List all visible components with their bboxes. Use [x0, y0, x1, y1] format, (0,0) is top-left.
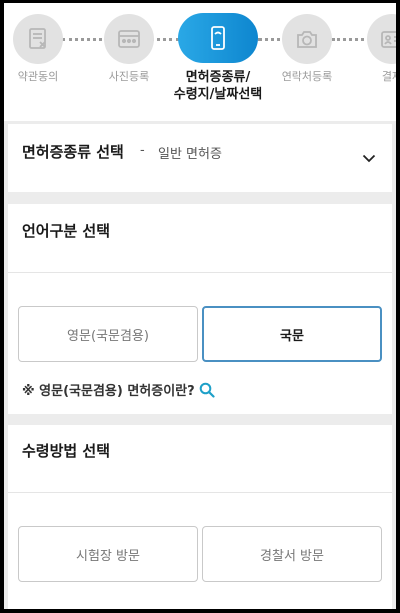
language-title: 언어구분 선택: [22, 222, 111, 240]
document-icon: [13, 14, 63, 64]
phone-icon: [178, 13, 258, 63]
license-type-separator: -: [140, 143, 145, 158]
step-connector: [332, 38, 364, 41]
language-card: 언어구분 선택 영문(국문겸용) 국문 ※ 영문(국문겸용) 면허증이란?: [8, 204, 392, 414]
option-police-station-visit[interactable]: 경찰서 방문: [202, 526, 382, 582]
step-label-line1: 면허증종류/: [185, 70, 251, 85]
receive-method-title: 수령방법 선택: [22, 442, 111, 460]
option-english-korean[interactable]: 영문(국문겸용): [18, 306, 198, 362]
step-label: 연락처등록: [281, 70, 333, 83]
receive-method-card: 수령방법 선택 시험장 방문 경찰서 방문: [8, 425, 392, 609]
license-type-title: 면허증종류 선택: [22, 143, 124, 161]
divider: [8, 272, 392, 273]
step-label-line2: 수령지/날짜선택: [173, 87, 263, 102]
search-icon[interactable]: [199, 382, 215, 398]
option-korean[interactable]: 국문: [202, 306, 382, 362]
option-test-center-visit[interactable]: 시험장 방문: [18, 526, 198, 582]
help-text: ※ 영문(국문겸용) 면허증이란?: [22, 384, 195, 399]
step-connector: [150, 38, 180, 41]
english-license-help-link[interactable]: ※ 영문(국문겸용) 면허증이란?: [22, 380, 215, 399]
step-connector: [62, 38, 108, 41]
camera-icon: [282, 14, 332, 64]
progress-stepper: 약관동의 사진등록 면허증종류/ 수령지/날짜선택 연락처등록 결: [4, 3, 396, 121]
step-label: 사진등록: [108, 70, 150, 83]
app-frame: 약관동의 사진등록 면허증종류/ 수령지/날짜선택 연락처등록 결 면허증종류 …: [4, 3, 396, 609]
step-label: 결제: [381, 70, 396, 83]
step-label: 약관동의: [17, 70, 59, 83]
step-label: 면허증종류/ 수령지/날짜선택: [172, 69, 264, 103]
photo-grid-icon: [104, 14, 154, 64]
license-type-value: 일반 면허증: [158, 147, 222, 162]
license-type-card[interactable]: 면허증종류 선택 - 일반 면허증: [8, 124, 392, 192]
divider: [8, 492, 392, 493]
id-card-icon: [367, 14, 396, 64]
chevron-down-icon[interactable]: [362, 154, 376, 163]
